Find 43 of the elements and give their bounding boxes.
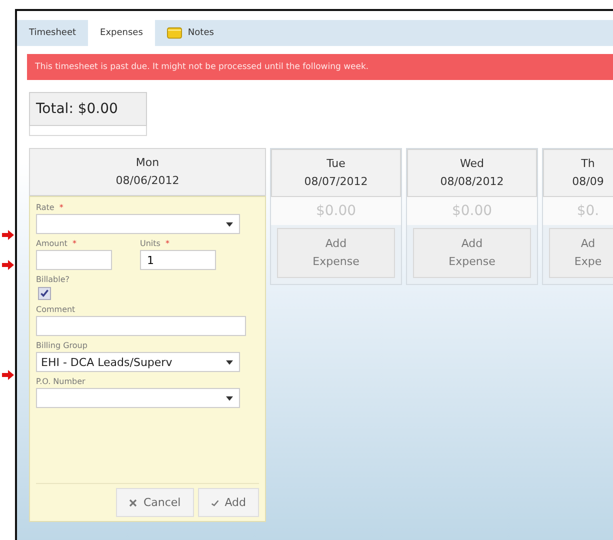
required-mark: * — [59, 203, 64, 212]
tab[interactable]: Expenses — [88, 20, 155, 46]
cancel-button[interactable]: Cancel — [116, 488, 194, 517]
dropdown[interactable] — [36, 388, 240, 408]
alert-banner: This timesheet is past due. It might not be processed until the following week. — [27, 54, 613, 80]
input-field[interactable] — [36, 316, 246, 336]
day-date: 08/08/2012 — [440, 174, 504, 190]
caret-icon — [226, 396, 233, 400]
field-label: Units — [140, 239, 160, 248]
field-label: Billable? — [36, 275, 70, 284]
day-name: Mon — [136, 155, 160, 171]
tab[interactable]: Timesheet — [17, 20, 88, 46]
day-name: Tue — [326, 156, 346, 172]
caret-icon — [226, 360, 233, 364]
field-label: Comment — [36, 305, 76, 314]
dropdown[interactable] — [36, 214, 240, 234]
day-date: 08/09 — [572, 174, 604, 190]
day-name: Th — [581, 156, 595, 172]
add-expense-button[interactable]: Add Expense — [413, 228, 531, 278]
day-name: Wed — [460, 156, 484, 172]
field-label: P.O. Number — [36, 377, 86, 386]
add-expense-button[interactable]: Ad Expe — [549, 228, 613, 278]
arrow-icon — [2, 230, 14, 240]
add-button[interactable]: Add — [198, 488, 259, 517]
checkmark-icon — [210, 498, 219, 506]
close-icon — [129, 498, 138, 506]
arrow-icon — [2, 260, 14, 270]
day-date: 08/07/2012 — [304, 174, 368, 190]
arrow-icon — [2, 370, 14, 380]
day-date: 08/06/2012 — [116, 173, 180, 189]
caret-icon — [226, 222, 233, 226]
add-expense-button[interactable]: Add Expense — [277, 228, 395, 278]
checkbox[interactable] — [38, 287, 51, 300]
tab[interactable]: Notes — [154, 20, 226, 46]
required-mark: * — [165, 239, 170, 248]
input-field[interactable] — [36, 250, 112, 270]
dropdown[interactable]: EHI - DCA Leads/Superv — [36, 352, 240, 372]
field-label: Billing Group — [36, 341, 88, 350]
field-label: Rate — [36, 203, 54, 212]
field-label: Amount — [36, 239, 68, 248]
required-mark: * — [72, 239, 76, 248]
total-label: Total: $0.00 — [29, 92, 147, 126]
input-field[interactable]: 1 — [140, 250, 216, 270]
